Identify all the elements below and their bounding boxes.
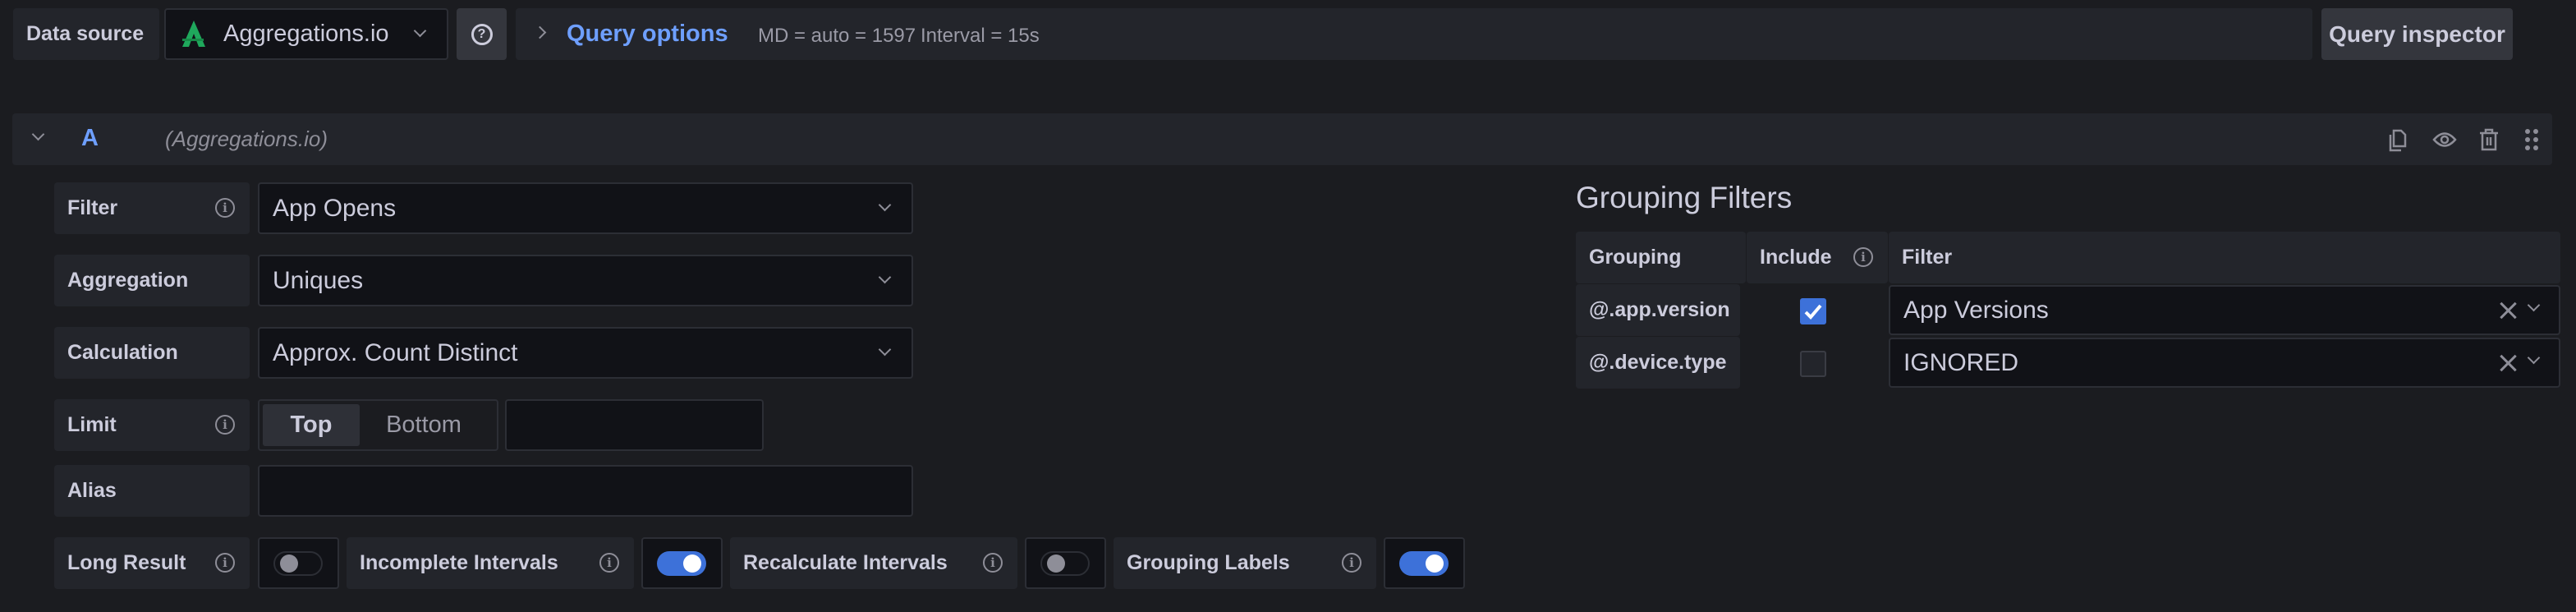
limit-option-top[interactable]: Top (263, 404, 360, 446)
data-source-label-text: Data source (26, 22, 145, 45)
grouping-filter-select[interactable]: IGNORED (1889, 338, 2560, 388)
recalculate-intervals-toggle[interactable] (1040, 551, 1090, 576)
grouping-labels-toggle[interactable] (1399, 551, 1449, 576)
grouping-header-text: Grouping (1589, 246, 1682, 269)
duplicate-icon[interactable] (2387, 128, 2408, 153)
help-button[interactable]: ? (457, 8, 507, 60)
info-icon[interactable]: i (1853, 247, 1873, 267)
info-icon[interactable]: i (599, 553, 619, 573)
data-source-picker[interactable]: Aggregations.io (164, 8, 448, 60)
aggregations-logo-icon (182, 20, 205, 47)
incomplete-intervals-toggle-wrap (641, 537, 723, 589)
clear-icon[interactable] (2499, 301, 2517, 320)
toggle-knob (280, 554, 298, 573)
grouping-filter-select[interactable]: App Versions (1889, 285, 2560, 335)
grouping-name: @.app.version (1589, 298, 1730, 321)
max-data-points: MD = auto = 1597 (758, 25, 916, 47)
grouping-filters-title: Grouping Filters (1576, 181, 1793, 214)
info-icon[interactable]: i (215, 415, 235, 435)
filter-label-text: Filter (67, 196, 118, 219)
chevron-down-icon (878, 198, 892, 212)
query-inspector-label: Query inspector (2329, 21, 2505, 47)
calculation-value: Approx. Count Distinct (273, 338, 518, 366)
incomplete-intervals-toggle[interactable] (657, 551, 706, 576)
limit-option-bottom[interactable]: Bottom (366, 404, 481, 446)
interval-value: Interval = 15s (921, 25, 1040, 47)
clear-icon[interactable] (2499, 354, 2517, 372)
limit-label: Limit i (54, 399, 250, 451)
data-source-label: Data source (13, 8, 159, 60)
recalculate-intervals-label: Recalculate Intervals i (730, 537, 1017, 589)
include-checkbox[interactable] (1800, 298, 1826, 324)
eye-icon[interactable] (2432, 130, 2457, 150)
query-options-toggle[interactable]: Query options (567, 21, 728, 48)
grouping-labels-toggle-wrap (1384, 537, 1465, 589)
query-options-bar: Query options MD = auto = 1597 Interval … (516, 8, 2312, 60)
chevron-down-icon (413, 24, 427, 38)
grouping-row-name: @.app.version (1576, 284, 1740, 336)
checkmark-icon (1804, 304, 1822, 320)
limit-radio-group: Top Bottom (258, 399, 498, 451)
toggle-knob (1426, 554, 1444, 573)
calculation-select[interactable]: Approx. Count Distinct (258, 327, 913, 379)
query-inspector-button[interactable]: Query inspector (2321, 8, 2513, 60)
chevron-down-icon (2527, 351, 2541, 365)
grouping-row-name: @.device.type (1576, 337, 1740, 389)
info-icon[interactable]: i (215, 198, 235, 218)
long-result-toggle[interactable] (273, 551, 323, 576)
limit-value-input[interactable] (505, 399, 764, 451)
grouping-labels-label: Grouping Labels i (1114, 537, 1376, 589)
grouping-header: Grouping (1576, 232, 1746, 283)
filter-header: Filter (1889, 232, 2560, 283)
recalculate-intervals-toggle-wrap (1025, 537, 1106, 589)
info-icon[interactable]: i (215, 553, 235, 573)
alias-label: Alias (54, 465, 250, 517)
grouping-labels-label-text: Grouping Labels (1127, 551, 1290, 574)
drag-handle-icon[interactable] (2523, 127, 2540, 152)
limit-option-bottom-label: Bottom (386, 412, 461, 438)
include-checkbox[interactable] (1800, 351, 1826, 377)
chevron-down-icon (878, 270, 892, 284)
filter-header-text: Filter (1902, 246, 1953, 269)
toggle-knob (1047, 554, 1065, 573)
long-result-label-text: Long Result (67, 551, 186, 574)
alias-input[interactable] (258, 465, 913, 517)
query-ref-id[interactable]: A (81, 125, 99, 152)
filter-label: Filter i (54, 182, 250, 234)
calculation-label-text: Calculation (67, 341, 178, 364)
question-circle-icon: ? (471, 23, 493, 45)
filter-value: App Opens (273, 194, 397, 222)
calculation-label: Calculation (54, 327, 250, 379)
collapse-chevron-icon[interactable] (31, 127, 45, 141)
filter-select[interactable]: App Opens (258, 182, 913, 234)
include-header: Include i (1747, 232, 1888, 283)
recalculate-intervals-label-text: Recalculate Intervals (743, 551, 948, 574)
query-row-header: A (Aggregations.io) (12, 113, 2552, 165)
incomplete-intervals-label: Incomplete Intervals i (347, 537, 634, 589)
query-datasource-name: (Aggregations.io) (165, 127, 328, 151)
trash-icon[interactable] (2478, 127, 2500, 152)
grouping-name: @.device.type (1589, 351, 1727, 374)
long-result-toggle-wrap (258, 537, 339, 589)
chevron-down-icon (878, 343, 892, 357)
data-source-value: Aggregations.io (223, 21, 389, 47)
aggregation-label-text: Aggregation (67, 269, 189, 292)
aggregation-value: Uniques (273, 266, 364, 294)
chevron-right-icon[interactable] (533, 25, 547, 39)
limit-label-text: Limit (67, 413, 117, 436)
grouping-filter-value: App Versions (1903, 296, 2049, 324)
include-header-text: Include (1760, 246, 1832, 269)
chevron-down-icon (2527, 298, 2541, 312)
info-icon[interactable]: i (1342, 553, 1361, 573)
info-icon[interactable]: i (983, 553, 1003, 573)
incomplete-intervals-label-text: Incomplete Intervals (360, 551, 558, 574)
toggle-knob (683, 554, 701, 573)
grouping-filter-value: IGNORED (1903, 348, 2019, 376)
limit-option-top-label: Top (290, 412, 333, 438)
aggregation-select[interactable]: Uniques (258, 255, 913, 306)
long-result-label: Long Result i (54, 537, 250, 589)
aggregation-label: Aggregation (54, 255, 250, 306)
alias-label-text: Alias (67, 479, 117, 502)
